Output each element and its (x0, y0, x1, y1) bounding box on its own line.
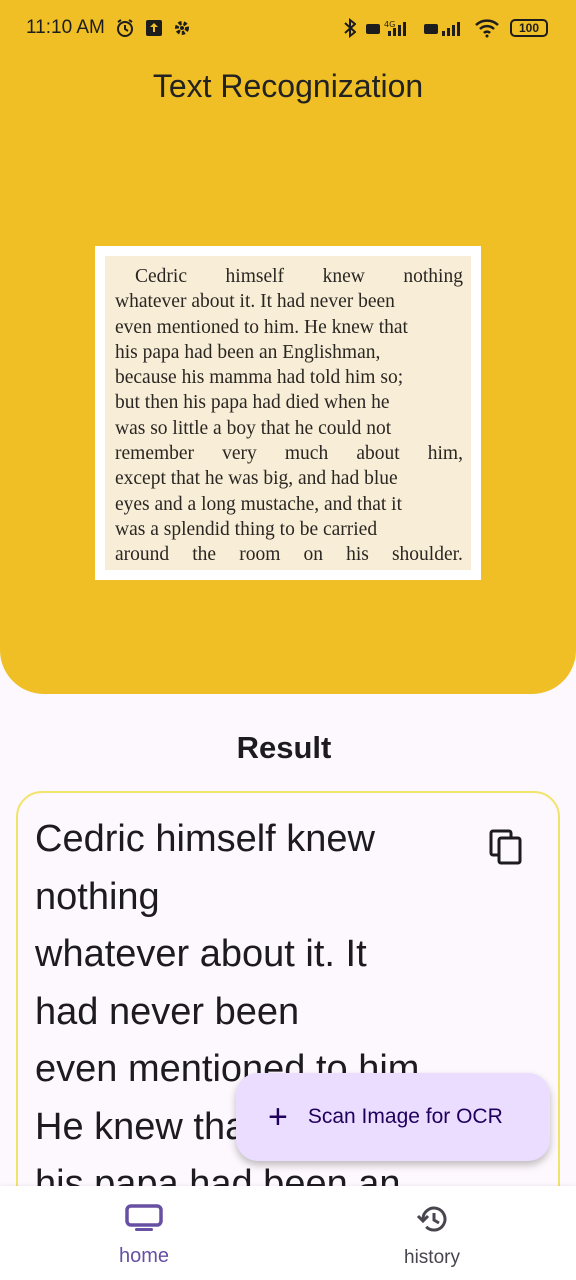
tv-icon (125, 1204, 163, 1237)
scanned-word: on (303, 544, 323, 566)
scanned-line: eyes and a long mustache, and that it (115, 492, 463, 517)
result-line: Cedric himself knew (35, 818, 375, 860)
scanned-line: because his mamma had told him so; (115, 365, 463, 390)
scanned-word: very (222, 443, 257, 465)
scanned-word: even mentioned to him. He knew that (115, 316, 408, 338)
page-title: Text Recognization (152, 68, 424, 104)
result-line: nothing (35, 875, 160, 918)
settings-gear-icon (173, 19, 191, 37)
scanned-line: whatever about it. It had never been (115, 289, 463, 314)
scanned-word: because his mamma had told him so; (115, 367, 404, 389)
scanned-word: about (356, 443, 400, 465)
scanned-line: but then his papa had died when he (115, 390, 463, 415)
scanned-image-preview[interactable]: Cedric himself knew nothing whatever about i… (95, 246, 481, 580)
scanned-line: except that he was big, and had blue (115, 466, 463, 491)
scanned-word: his papa had been an Englishman, (115, 341, 381, 363)
fab-label: Scan Image for OCR (307, 1105, 503, 1128)
signal-volte-icon (424, 18, 464, 38)
bluetooth-icon (344, 18, 356, 38)
scanned-word: remember (115, 443, 195, 465)
scanned-word: nothing (403, 266, 463, 287)
history-icon (415, 1204, 449, 1239)
result-line: had never been (35, 990, 300, 1033)
wifi-icon (474, 18, 500, 38)
scanned-text-image: Cedric himself knew nothing whatever about i… (105, 256, 471, 570)
scanned-word: was so little a boy that he could not (115, 417, 392, 439)
scan-image-fab[interactable]: + Scan Image for OCR (236, 1073, 550, 1161)
scanned-word: Cedric (135, 266, 187, 287)
scanned-line: even mentioned to him. He knew that (115, 315, 463, 340)
status-left: 11:10 AM (26, 17, 191, 39)
scanned-line: was so little a boy that he could not (115, 416, 463, 441)
result-card: Cedric himself knew nothing whatever about… (16, 791, 560, 1251)
scanned-word: much (284, 443, 329, 465)
battery-icon: 100 (510, 19, 548, 37)
nav-label-history: history (404, 1247, 460, 1268)
result-line: whatever about it. It (35, 933, 367, 975)
nav-label-home: home (118, 1245, 170, 1267)
scanned-word: but then his papa had died when he (115, 392, 390, 414)
scanned-line: was a splendid thing to be carried (115, 517, 463, 542)
alarm-icon (115, 18, 135, 38)
bottom-navigation: home history (0, 1186, 576, 1280)
scanned-word: shoulder. (391, 544, 463, 566)
scanned-line: Cedric himself knew nothing (115, 264, 463, 289)
scanned-word: him, (427, 443, 463, 465)
signal-4g-icon: 4G (366, 18, 414, 38)
scanned-word: his (346, 544, 369, 566)
scanned-word: the (192, 544, 217, 566)
scanned-word: except that he was big, and had blue (115, 468, 398, 490)
scanned-word: was a splendid thing to be carried (115, 518, 378, 540)
status-time: 11:10 AM (26, 17, 105, 38)
scanned-word: whatever about it. It had never been (115, 291, 395, 313)
scanned-line: around the room on his shoulder. (115, 542, 463, 567)
result-heading: Result (236, 730, 332, 765)
scanned-word: knew (322, 266, 365, 287)
status-right: 4G 100 (344, 18, 548, 38)
nav-item-home[interactable]: home (0, 1186, 288, 1280)
copy-button[interactable] (486, 829, 526, 869)
upload-icon (145, 19, 163, 37)
scanned-word: room (239, 544, 281, 566)
scanned-word: around (115, 544, 170, 566)
svg-text:4G: 4G (384, 20, 395, 29)
copy-icon (489, 829, 523, 870)
scanned-line: his papa had been an Englishman, (115, 340, 463, 365)
plus-icon: + (268, 1098, 288, 1136)
nav-item-history[interactable]: history (288, 1186, 576, 1280)
scanned-word: eyes and a long mustache, and that it (115, 493, 402, 515)
status-bar: 11:10 AM 4G 100 (0, 0, 576, 56)
scanned-line: remember very much about him, (115, 441, 463, 466)
scanned-word: himself (225, 266, 285, 287)
